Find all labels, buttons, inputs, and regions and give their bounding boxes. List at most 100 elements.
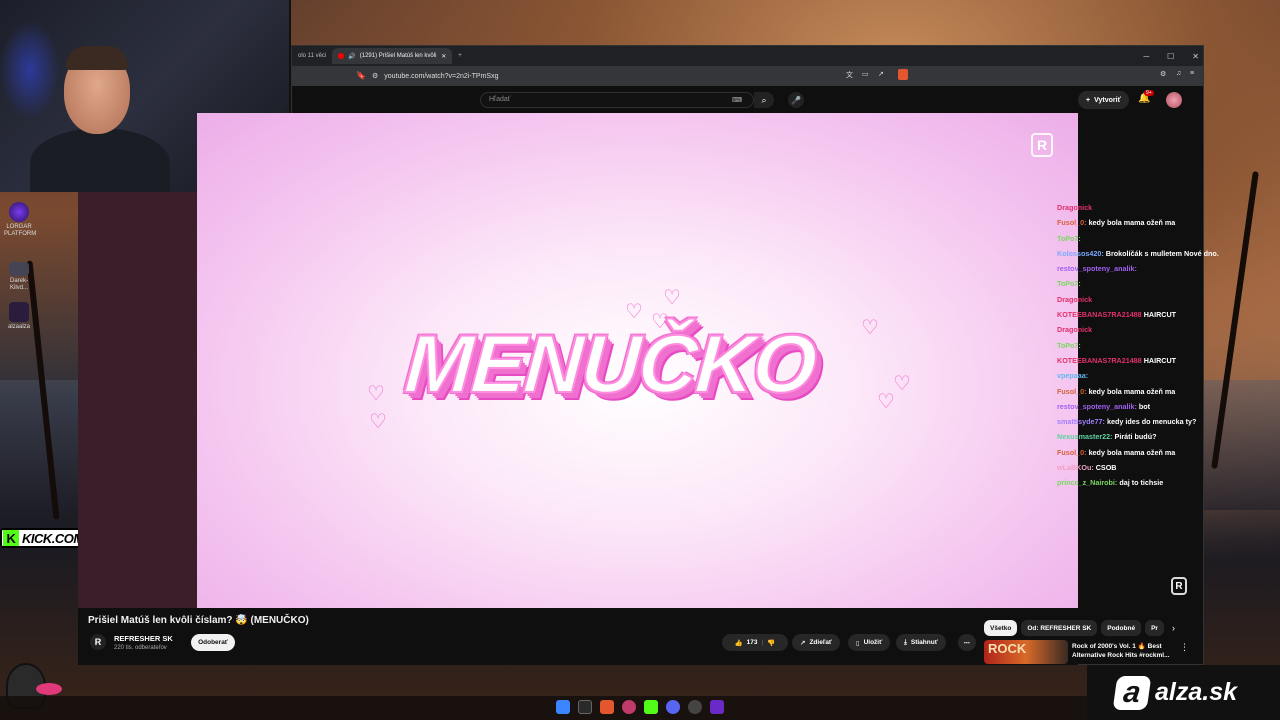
desktop-icon-file[interactable]: Darek-Kilvd... [4, 262, 34, 292]
close-window-icon[interactable]: ✕ [1192, 52, 1199, 61]
chip-all[interactable]: Všetko [984, 620, 1018, 636]
chat-username[interactable]: Fusol_0: [1057, 218, 1087, 227]
chat-username[interactable]: ToPo7: [1057, 234, 1081, 243]
chevron-right-icon[interactable]: › [1172, 620, 1175, 636]
share-icon[interactable]: ↗ [878, 70, 884, 78]
tab-active[interactable]: 🔊 (1291) Prišiel Matúš len kvôli ✕ [332, 48, 453, 64]
tab-inactive[interactable]: olo 11 věci [292, 48, 332, 64]
chat-username[interactable]: KOTEEBANAS7RA21488 [1057, 310, 1142, 319]
discord-icon[interactable] [666, 700, 680, 714]
channel-name[interactable]: REFRESHER SK [114, 634, 173, 643]
video-player[interactable]: MENUČKO ♡ ♡ ♡ ♡ ♡ ♡ ♡ ♡ R R [197, 113, 1078, 608]
maximize-icon[interactable]: ☐ [1167, 52, 1174, 61]
chat-message: Nexusmaster22: Piráti budú? [1057, 429, 1227, 444]
chat-message: Kolossos420: Brokolíčák s mulletem Nové … [1057, 246, 1227, 261]
chat-text: kedy bola mama ožeň ma [1088, 447, 1176, 457]
download-button[interactable]: ⤓ Stiahnuť [896, 634, 946, 651]
plus-icon: + [1086, 96, 1091, 104]
chat-username[interactable]: ToPo7: [1057, 279, 1081, 288]
app-icon[interactable] [622, 700, 636, 714]
chip-related[interactable]: Podobné [1101, 620, 1142, 636]
alza-sponsor-banner: a alza.sk [1087, 665, 1280, 720]
speaker-icon: 🔊 [348, 53, 356, 60]
heart-icon: ♡ [369, 411, 387, 433]
media-icon[interactable]: ♫ [1176, 70, 1181, 77]
chat-text: Piráti budú? [1114, 432, 1157, 442]
brave-shield-icon[interactable] [898, 69, 908, 80]
chat-username[interactable]: restov_spoteny_analik: [1057, 264, 1137, 273]
obs-icon[interactable] [688, 700, 702, 714]
notifications-button[interactable]: 🔔 9+ [1138, 90, 1154, 104]
heart-icon: ♡ [861, 317, 879, 339]
keyboard-icon[interactable]: ⌨ [732, 96, 742, 104]
chat-message: Fusol_0: kedy bola mama ožeň ma [1057, 445, 1227, 460]
chat-username[interactable]: Fusol_0: [1057, 448, 1087, 457]
chip-channel[interactable]: Od: REFRESHER SK [1021, 620, 1098, 636]
recommended-title: Rock of 2000's Vol. 1 🔥 Best Alternative… [1072, 643, 1170, 659]
chat-username[interactable]: Nexusmaster22: [1057, 432, 1113, 441]
chat-username[interactable]: wLaBKOu: [1057, 463, 1094, 472]
chat-message: Dragonick [1057, 322, 1227, 337]
chat-username[interactable]: prince_z_Nairobi: [1057, 478, 1117, 487]
more-actions-button[interactable]: ⋯ [958, 634, 976, 651]
extensions-icon[interactable]: ⚙ [1160, 70, 1166, 78]
menu-icon[interactable]: ≡ [1190, 70, 1194, 77]
brave-browser-icon[interactable] [600, 700, 614, 714]
close-tab-icon[interactable]: ✕ [441, 53, 446, 60]
terminal-icon[interactable] [578, 700, 592, 714]
chat-message: KOTEEBANAS7RA21488 HAIRCUT [1057, 353, 1227, 368]
search-button[interactable]: ⌕ [754, 92, 774, 108]
channel-avatar[interactable]: R [90, 634, 106, 650]
chat-username[interactable]: Fusol_0: [1057, 387, 1087, 396]
chat-username[interactable]: Kolossos420: [1057, 249, 1104, 258]
recommended-video[interactable]: ROCK Rock of 2000's Vol. 1 🔥 Best Altern… [984, 640, 1194, 664]
chat-username[interactable]: KOTEEBANAS7RA21488 [1057, 356, 1142, 365]
share-button[interactable]: ↗ Zdieľať [792, 634, 841, 651]
desktop-icon-lorgar[interactable]: LORGAR PLATFORM [4, 202, 36, 238]
minimize-icon[interactable]: ─ [1143, 52, 1149, 61]
create-button[interactable]: + Vytvoriť [1078, 91, 1129, 109]
chat-username[interactable]: Dragonick [1057, 325, 1092, 334]
chat-message: smattisyde77: kedy ides do menucka ty? [1057, 414, 1227, 429]
chat-message: Dragonick [1057, 200, 1227, 215]
like-dislike-button[interactable]: 👍 173 | 👎 [722, 634, 788, 651]
address-bar[interactable]: ⚙ youtube.com/watch?v=2n2i-TPmSxg [372, 70, 892, 82]
chat-message: ToPo7: [1057, 338, 1227, 353]
desktop-icon-alza[interactable]: alzaalza [4, 302, 34, 331]
bookmark-icon[interactable]: 🔖 [356, 71, 366, 80]
voice-search-button[interactable]: 🎤 [788, 92, 804, 108]
mic-icon: 🎤 [791, 95, 801, 105]
chat-username[interactable]: Dragonick [1057, 295, 1092, 304]
chip-more[interactable]: Pr [1145, 620, 1164, 636]
thumbs-down-icon[interactable]: 👎 [767, 639, 775, 647]
bookmark-icon: ▯ [856, 639, 860, 647]
user-avatar[interactable] [1166, 92, 1182, 108]
heart-icon: ♡ [663, 287, 681, 309]
refresher-watermark-icon: R [1171, 577, 1187, 595]
chat-username[interactable]: Dragonick [1057, 203, 1092, 212]
chat-text: CSOB [1095, 463, 1117, 473]
chat-message: KOTEEBANAS7RA21488 HAIRCUT [1057, 307, 1227, 322]
video-title-graphic: MENUČKO [401, 318, 819, 411]
site-info-icon[interactable]: ⚙ [372, 72, 378, 80]
new-tab-button[interactable]: + [452, 48, 468, 64]
app-icon[interactable] [710, 700, 724, 714]
chat-username[interactable]: ToPo7: [1057, 341, 1081, 350]
cast-icon[interactable]: ▭ [862, 70, 869, 78]
chat-text: Brokolíčák s mulletem Nové dno. [1105, 248, 1219, 258]
chat-username[interactable]: vpepaaa: [1057, 371, 1088, 380]
subscribe-button[interactable]: Odoberať [191, 634, 235, 651]
kick-app-icon[interactable] [644, 700, 658, 714]
chat-username[interactable]: smattisyde77: [1057, 417, 1105, 426]
translate-icon[interactable]: 文 [846, 70, 853, 80]
chat-message: prince_z_Nairobi: daj to tichsie [1057, 475, 1227, 490]
stream-chat-overlay: Dragonick Fusol_0: kedy bola mama ožeň m… [1057, 200, 1227, 491]
chat-username[interactable]: restov_spoteny_analik: [1057, 402, 1137, 411]
start-menu-icon[interactable] [556, 700, 570, 714]
save-button[interactable]: ▯ Uložiť [848, 634, 891, 651]
chat-text: HAIRCUT [1143, 310, 1177, 320]
more-vert-icon[interactable]: ⋮ [1180, 642, 1189, 653]
thumbs-up-icon[interactable]: 👍 [735, 639, 743, 647]
search-input[interactable]: Hľadať [480, 92, 754, 108]
video-thumbnail[interactable]: ROCK [984, 640, 1068, 664]
